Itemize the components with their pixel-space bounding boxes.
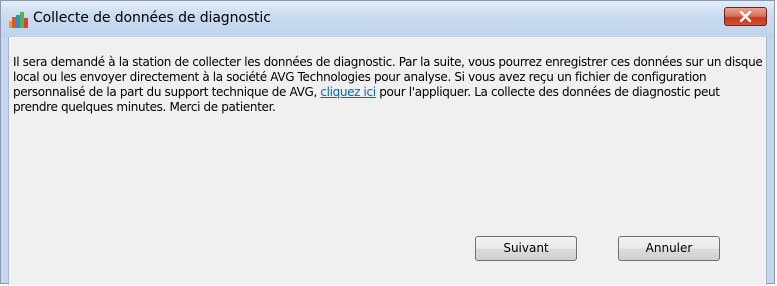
diagnostic-message: Il sera demandé à la station de collecte…: [13, 55, 763, 115]
cancel-button[interactable]: Annuler: [618, 236, 720, 261]
close-icon: [739, 11, 752, 22]
config-link[interactable]: cliquez ici: [320, 85, 376, 99]
close-button[interactable]: [724, 7, 767, 26]
dialog-title: Collecte de données de diagnostic: [33, 10, 271, 26]
dialog-window: Collecte de données de diagnostic Il ser…: [0, 0, 775, 285]
dialog-body: Il sera demandé à la station de collecte…: [8, 37, 767, 285]
title-bar[interactable]: Collecte de données de diagnostic: [1, 1, 774, 37]
avg-logo-icon: [9, 12, 28, 28]
next-button[interactable]: Suivant: [475, 236, 577, 261]
